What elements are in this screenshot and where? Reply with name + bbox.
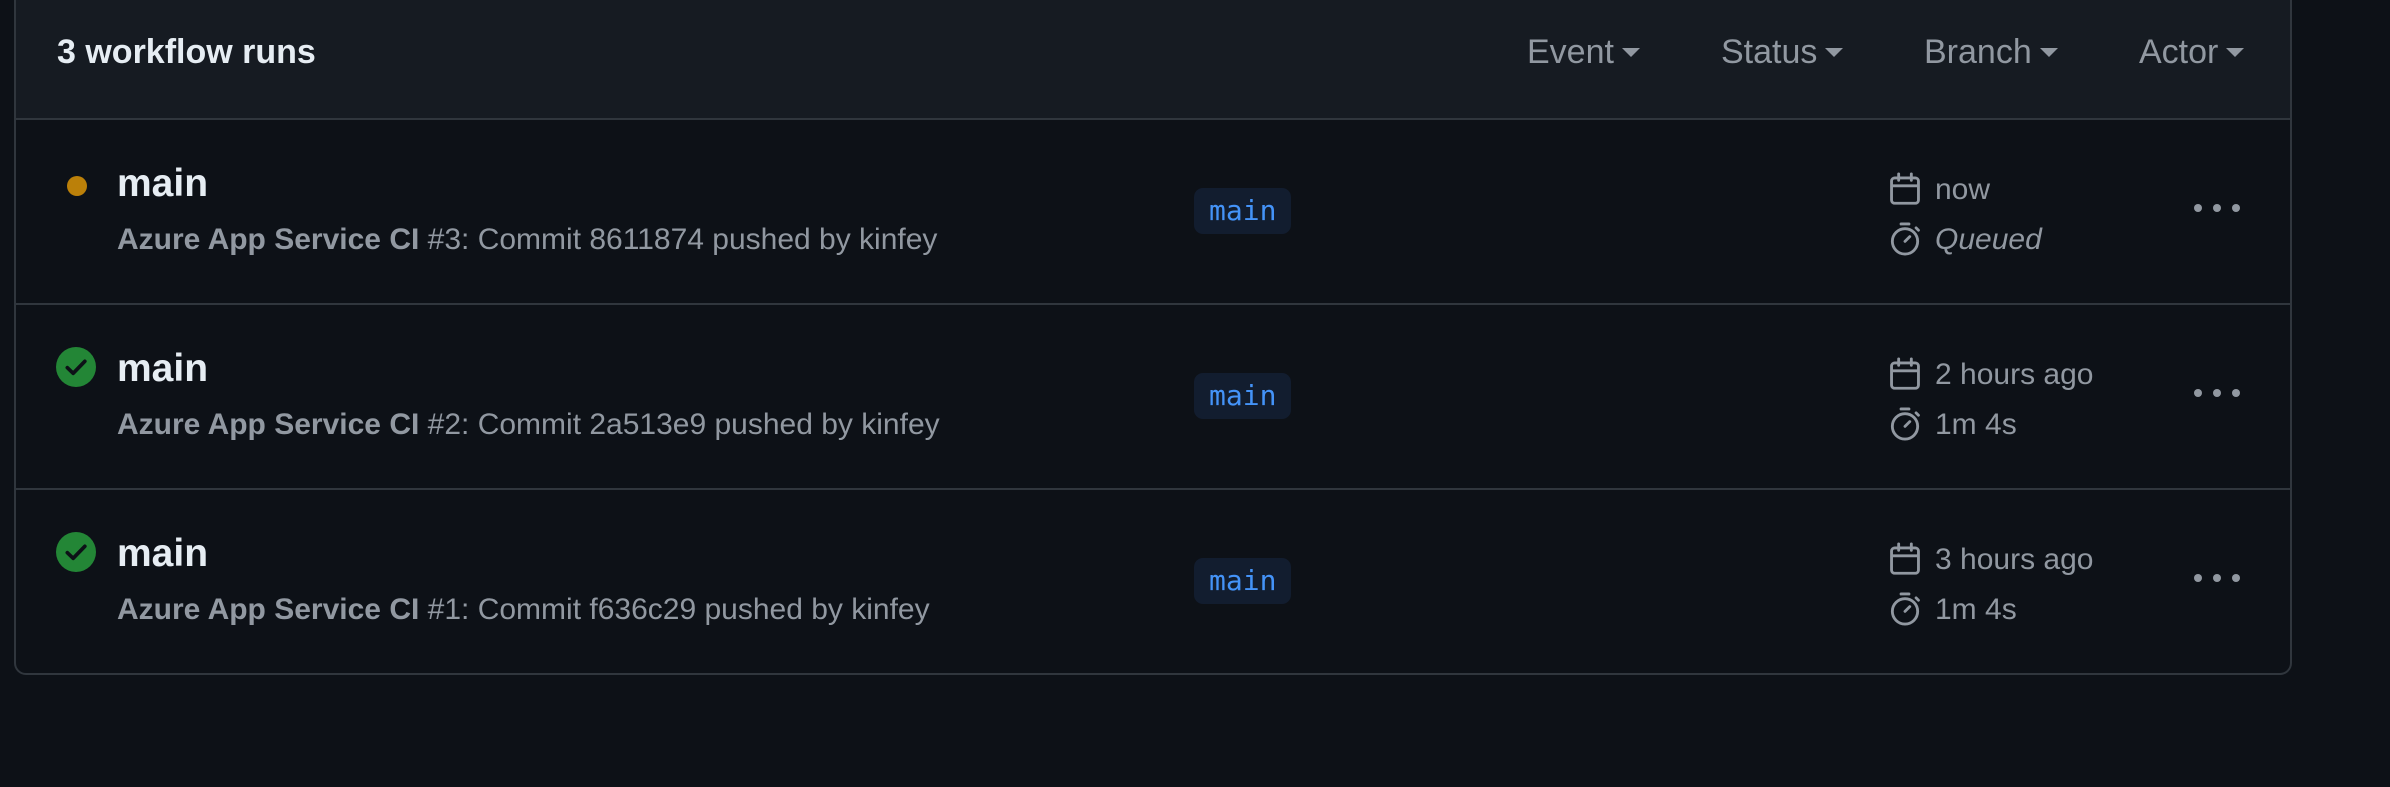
run-count-title: 3 workflow runs bbox=[57, 33, 316, 71]
run-commit-text: #3: Commit 8611874 pushed by kinfey bbox=[419, 223, 938, 256]
run-description: Azure App Service CI #1: Commit f636c29 … bbox=[117, 592, 930, 628]
queued-dot-icon bbox=[67, 176, 87, 196]
actor-filter-button[interactable]: Actor bbox=[2139, 32, 2245, 72]
event-filter-label: Event bbox=[1527, 33, 1614, 71]
chevron-down-icon bbox=[2226, 47, 2245, 57]
check-circle-icon bbox=[56, 532, 96, 572]
run-title-link[interactable]: main bbox=[117, 162, 208, 206]
actor-filter-label: Actor bbox=[2139, 33, 2219, 71]
run-title-link[interactable]: main bbox=[117, 532, 208, 576]
event-filter-button[interactable]: Event bbox=[1527, 32, 1640, 72]
runs-header: 3 workflow runs Event Status Branch Acto… bbox=[16, 0, 2290, 120]
calendar-icon bbox=[1890, 357, 1920, 390]
calendar-icon bbox=[1890, 172, 1920, 205]
stopwatch-icon bbox=[1890, 407, 1920, 441]
branch-badge[interactable]: main bbox=[1194, 558, 1292, 604]
stopwatch-icon bbox=[1890, 222, 1920, 256]
run-title-link[interactable]: main bbox=[117, 347, 208, 391]
run-started-time: 2 hours ago bbox=[1935, 358, 2094, 391]
run-commit-text: #2: Commit 2a513e9 pushed by kinfey bbox=[419, 408, 940, 441]
workflow-name: Azure App Service CI bbox=[117, 408, 420, 441]
run-duration: 1m 4s bbox=[1935, 593, 2017, 626]
workflow-run-row[interactable]: main Azure App Service CI #3: Commit 861… bbox=[16, 120, 2290, 305]
branch-filter-label: Branch bbox=[1924, 33, 2032, 71]
workflow-name: Azure App Service CI bbox=[117, 593, 420, 626]
workflow-run-row[interactable]: main Azure App Service CI #1: Commit f63… bbox=[16, 490, 2290, 673]
branch-filter-button[interactable]: Branch bbox=[1924, 32, 2058, 72]
check-circle-icon bbox=[56, 347, 96, 387]
run-description: Azure App Service CI #3: Commit 8611874 … bbox=[117, 222, 937, 258]
workflow-run-row[interactable]: main Azure App Service CI #2: Commit 2a5… bbox=[16, 305, 2290, 490]
run-started-time: 3 hours ago bbox=[1935, 543, 2094, 576]
run-started-time: now bbox=[1935, 173, 1991, 206]
chevron-down-icon bbox=[1621, 47, 1640, 57]
branch-badge[interactable]: main bbox=[1194, 373, 1292, 419]
run-options-kebab-icon[interactable] bbox=[2194, 563, 2240, 593]
branch-badge[interactable]: main bbox=[1194, 188, 1292, 234]
chevron-down-icon bbox=[1825, 47, 1844, 57]
calendar-icon bbox=[1890, 542, 1920, 575]
status-filter-button[interactable]: Status bbox=[1721, 32, 1844, 72]
stopwatch-icon bbox=[1890, 592, 1920, 626]
workflow-name: Azure App Service CI bbox=[117, 223, 420, 256]
run-duration: Queued bbox=[1935, 223, 2042, 256]
run-options-kebab-icon[interactable] bbox=[2194, 193, 2240, 223]
workflow-runs-panel: 3 workflow runs Event Status Branch Acto… bbox=[14, 0, 2292, 675]
run-description: Azure App Service CI #2: Commit 2a513e9 … bbox=[117, 407, 940, 443]
run-options-kebab-icon[interactable] bbox=[2194, 378, 2240, 408]
run-commit-text: #1: Commit f636c29 pushed by kinfey bbox=[419, 593, 930, 626]
chevron-down-icon bbox=[2039, 47, 2058, 57]
status-filter-label: Status bbox=[1721, 33, 1818, 71]
run-duration: 1m 4s bbox=[1935, 408, 2017, 441]
